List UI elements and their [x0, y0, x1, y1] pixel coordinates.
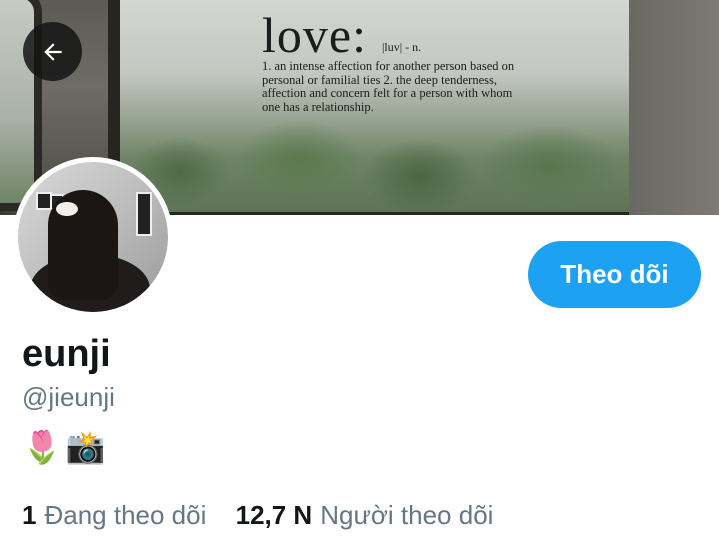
banner-headword: love: [262, 7, 367, 63]
avatar-hair-bow [56, 202, 78, 216]
back-button[interactable] [23, 22, 82, 81]
banner-wall-right [629, 0, 719, 215]
following-count: 1 [22, 500, 37, 530]
tulip-emoji: 🌷 [22, 429, 62, 465]
avatar[interactable] [13, 157, 173, 317]
banner-trees [120, 102, 670, 212]
following-label: Đang theo dõi [44, 500, 207, 530]
banner-pronunciation: |luv| - n. [382, 40, 422, 54]
camera-flash-emoji: 📸 [65, 429, 106, 465]
followers-stat[interactable]: 12,7 N Người theo dõi [236, 500, 494, 531]
banner-definition: 1. an intense affection for another pers… [262, 59, 515, 114]
display-name: eunji [22, 333, 111, 375]
followers-count: 12,7 N [235, 500, 313, 530]
arrow-left-icon [43, 42, 62, 61]
avatar-gallery-frame [136, 192, 152, 236]
follow-button[interactable]: Theo dõi [528, 241, 701, 308]
avatar-image [18, 162, 168, 312]
followers-label: Người theo dõi [320, 500, 494, 530]
user-handle: @jieunji [22, 382, 115, 412]
following-stat[interactable]: 1 Đang theo dõi [22, 500, 206, 531]
profile-stats: 1 Đang theo dõi 12,7 N Người theo dõi [22, 500, 515, 531]
bio: 🌷 📸 [22, 428, 106, 468]
